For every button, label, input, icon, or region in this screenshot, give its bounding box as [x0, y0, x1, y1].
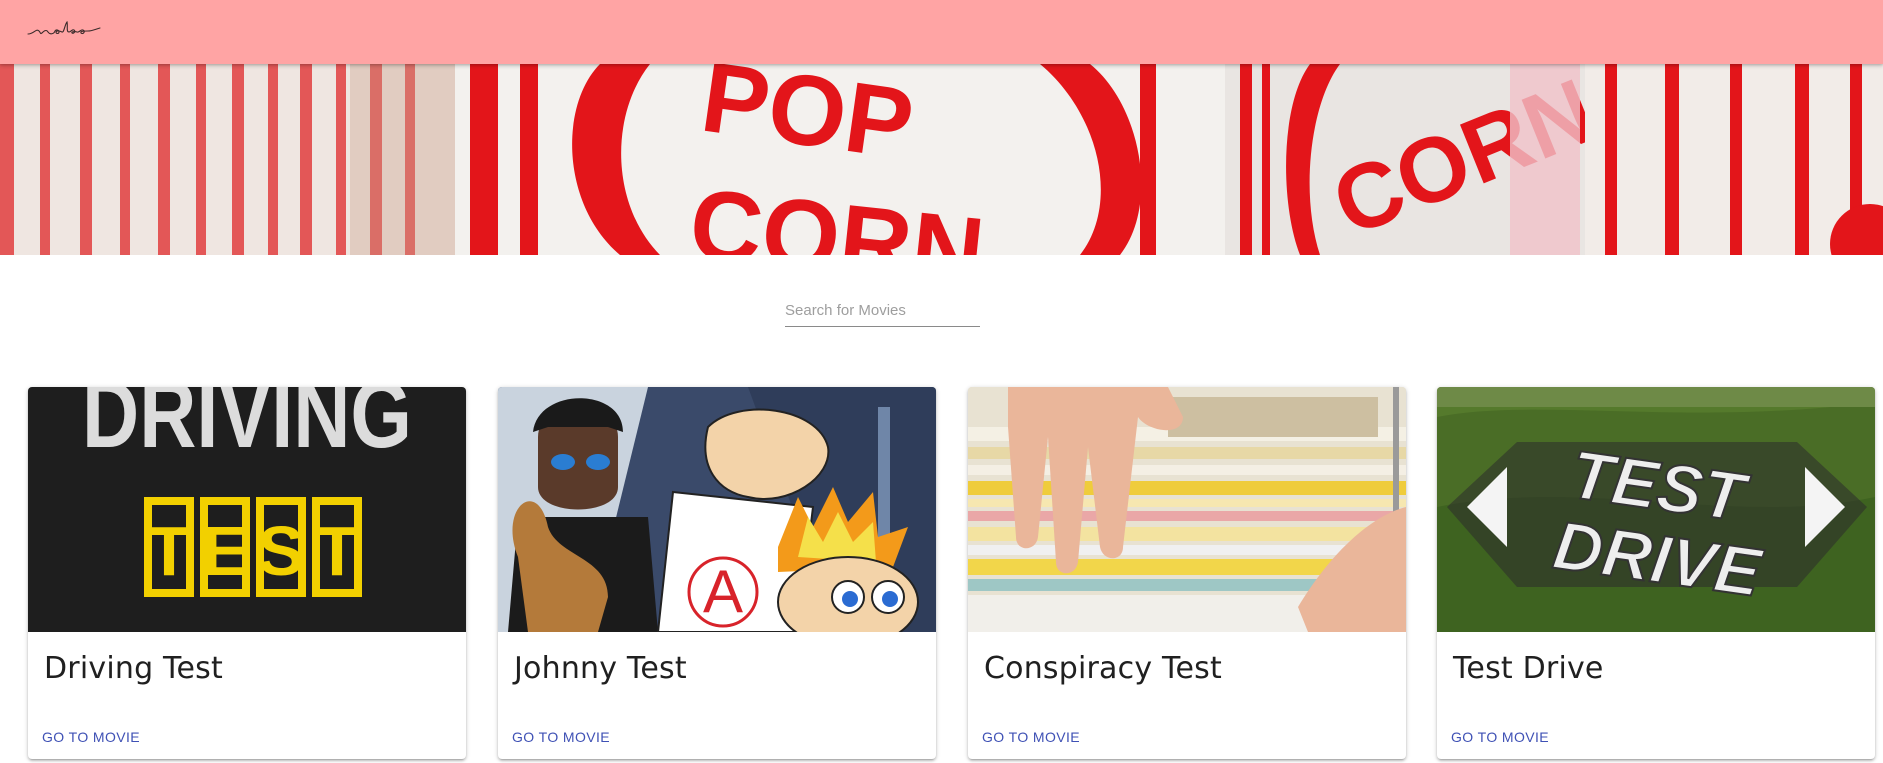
- movie-title: Conspiracy Test: [984, 651, 1222, 686]
- movie-title: Test Drive: [1453, 651, 1604, 686]
- movie-poster-driving-test[interactable]: DRIVING T E S T: [28, 387, 466, 632]
- svg-text:A: A: [703, 558, 743, 625]
- movie-card-conspiracy-test[interactable]: Conspiracy Test GO TO MOVIE: [968, 387, 1406, 759]
- go-to-movie-button[interactable]: GO TO MOVIE: [1443, 722, 1557, 752]
- nobo-logo[interactable]: [26, 18, 102, 42]
- go-to-movie-button[interactable]: GO TO MOVIE: [504, 722, 618, 752]
- movie-card-test-drive[interactable]: TEST DRIVE Test Drive GO TO MOVIE: [1437, 387, 1875, 759]
- movie-title: Driving Test: [44, 651, 223, 686]
- go-to-movie-button[interactable]: GO TO MOVIE: [34, 722, 148, 752]
- movie-poster-johnny-test[interactable]: A: [498, 387, 936, 632]
- svg-text:S: S: [258, 512, 305, 590]
- movie-title: Johnny Test: [514, 651, 687, 686]
- svg-text:T: T: [316, 512, 359, 590]
- hero-banner: POP CORN CORN: [0, 64, 1883, 255]
- search-field: [785, 298, 980, 327]
- poster-text-driving: DRIVING: [82, 387, 412, 468]
- movie-card-johnny-test[interactable]: A Johnny Test GO TO MOVIE: [498, 387, 936, 759]
- app-bar: [0, 0, 1883, 64]
- movie-poster-test-drive[interactable]: TEST DRIVE: [1437, 387, 1875, 632]
- movie-card-driving-test[interactable]: DRIVING T E S T Driving Test GO TO MOVIE: [28, 387, 466, 759]
- movie-poster-conspiracy-test[interactable]: [968, 387, 1406, 632]
- svg-text:T: T: [148, 512, 191, 590]
- search-input[interactable]: [785, 298, 980, 327]
- popcorn-banner-image: POP CORN CORN: [0, 64, 1883, 255]
- svg-text:E: E: [202, 512, 249, 590]
- go-to-movie-button[interactable]: GO TO MOVIE: [974, 722, 1088, 752]
